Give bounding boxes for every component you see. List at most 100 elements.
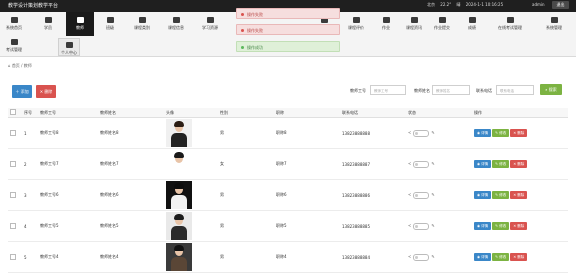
cell-phone: 13823888885 (340, 210, 406, 242)
nav-exam-manage[interactable]: 在线考试管理 (496, 12, 524, 36)
delete-button[interactable]: ✕ 删除 (510, 160, 528, 168)
filter-id-input[interactable]: 教师工号 (370, 85, 406, 95)
filter-name-input[interactable]: 教师姓名 (432, 85, 470, 95)
toggle-knob (415, 224, 419, 228)
category-icon (138, 17, 146, 23)
view-button[interactable]: ◉ 详情 (474, 191, 492, 199)
nav-submit[interactable]: 作业提交 (428, 12, 456, 36)
search-button[interactable]: ⌕ 搜索 (540, 84, 562, 95)
toggle-knob (415, 193, 419, 197)
arrow-left-icon: < (408, 161, 412, 166)
cell-gender: 男 (218, 117, 274, 149)
cell-title: 职称6 (274, 179, 340, 211)
cell-index: 3 (22, 179, 38, 211)
toggle-knob (415, 255, 419, 259)
photo-body (171, 257, 187, 271)
pencil-icon[interactable]: ✎ (431, 130, 434, 135)
status-toggle[interactable] (413, 129, 430, 137)
delete-button[interactable]: ✕ 删除 (510, 129, 528, 137)
arrow-left-icon: < (408, 130, 412, 135)
photo-hair (174, 245, 184, 251)
delete-button[interactable]: ✕ 删除 (510, 253, 528, 261)
class-icon (106, 17, 114, 23)
row-checkbox[interactable] (10, 222, 16, 229)
cell-title: 职称5 (274, 210, 340, 242)
send-icon (206, 17, 214, 23)
current-user[interactable]: admin (532, 2, 545, 7)
status-toggle[interactable] (413, 191, 430, 199)
cell-status: < ✎ (406, 148, 472, 180)
teacher-photo[interactable] (166, 150, 192, 178)
edit-button[interactable]: ✎ 修改 (492, 191, 510, 199)
status-toggle[interactable] (413, 253, 430, 261)
cell-name: 教师姓名6 (98, 179, 164, 211)
view-button[interactable]: ◉ 详情 (474, 129, 492, 137)
nav-teacher[interactable]: 教师 (66, 12, 94, 36)
home-icon (10, 17, 18, 23)
error-icon (241, 13, 244, 16)
edit-button[interactable]: ✎ 修改 (492, 222, 510, 230)
batch-delete-button[interactable]: ✕ 删除 (36, 85, 56, 98)
logout-button[interactable]: 退出 (552, 1, 569, 9)
add-button[interactable]: ＋ 添加 (12, 85, 32, 98)
edit-button[interactable]: ✎ 修改 (492, 160, 510, 168)
nav-student[interactable]: 学员 (34, 12, 62, 36)
row-checkbox[interactable] (10, 160, 16, 167)
status-info: 北京 22.2° 晴 2024-1-1 10:16:25 (427, 2, 507, 8)
exam-icon (506, 17, 514, 23)
nav-homework[interactable]: 作业 (372, 12, 400, 36)
nav-news[interactable]: 课程资讯 (400, 12, 428, 36)
cell-id: 教师工号8 (38, 117, 98, 149)
nav-course-review[interactable]: 课程评价 (342, 12, 370, 36)
edit-button[interactable]: ✎ 修改 (492, 129, 510, 137)
teacher-photo[interactable] (166, 243, 192, 271)
row-checkbox[interactable] (10, 191, 16, 198)
filter-phone-label: 联系电话 (476, 88, 492, 93)
photo-hair (174, 121, 184, 127)
delete-button[interactable]: ✕ 删除 (510, 191, 528, 199)
nav-system[interactable]: 系统管理 (540, 12, 568, 36)
nav-course-category[interactable]: 课程类别 (128, 12, 156, 36)
status-toggle[interactable] (413, 222, 430, 230)
gear-icon (550, 17, 558, 23)
nav-class[interactable]: 班级 (96, 12, 124, 36)
cell-name: 教师姓名4 (98, 241, 164, 273)
nav-home[interactable]: 系统首页 (0, 12, 28, 36)
select-all-checkbox[interactable] (10, 109, 16, 115)
cell-gender: 男 (218, 241, 274, 273)
col-select[interactable] (8, 108, 22, 118)
nav-resources[interactable]: 学习资源 (196, 12, 224, 36)
nav-course-info[interactable]: 课程信息 (162, 12, 190, 36)
cell-gender: 男 (218, 179, 274, 211)
pencil-icon[interactable]: ✎ (431, 254, 434, 259)
pencil-icon[interactable]: ✎ (431, 161, 434, 166)
cell-phone: 13823888887 (340, 148, 406, 180)
cell-ops: ◉ 详情 ✎ 修改 ✕ 删除 (472, 148, 568, 180)
cell-name: 教师姓名7 (98, 148, 164, 180)
status-toggle[interactable] (413, 160, 430, 168)
col-ops: 操作 (472, 108, 568, 118)
pencil-icon[interactable]: ✎ (431, 223, 434, 228)
nav-profile[interactable]: 个人中心 (58, 38, 80, 56)
nav-exam[interactable]: 考试管理 (0, 36, 28, 56)
exam-manage-icon (10, 39, 18, 45)
teacher-photo[interactable] (166, 212, 192, 240)
pencil-icon[interactable]: ✎ (431, 192, 434, 197)
row-checkbox[interactable] (10, 253, 16, 260)
photo-body (171, 164, 187, 178)
edit-button[interactable]: ✎ 修改 (492, 253, 510, 261)
filter-phone-input[interactable]: 联系电话 (496, 85, 534, 95)
cell-id: 教师工号4 (38, 241, 98, 273)
view-button[interactable]: ◉ 详情 (474, 222, 492, 230)
table-row: 1 教师工号8 教师姓名8 男职称8 13823888888 < ✎ ◉ 详情 ✎ 修改 ✕ 删除 (8, 117, 568, 149)
teacher-photo[interactable] (166, 119, 192, 147)
view-button[interactable]: ◉ 详情 (474, 253, 492, 261)
app-title: 教学设计策划教学平台 (8, 3, 59, 9)
delete-button[interactable]: ✕ 删除 (510, 222, 528, 230)
review-icon (352, 17, 360, 23)
teacher-photo[interactable] (166, 181, 192, 209)
view-button[interactable]: ◉ 详情 (474, 160, 492, 168)
nav-score[interactable]: 成绩 (458, 12, 486, 36)
row-checkbox[interactable] (10, 129, 16, 136)
table-header: 序号 教师工号 教师姓名 头像 性别 职称 联系电话 状态 操作 (8, 108, 568, 118)
